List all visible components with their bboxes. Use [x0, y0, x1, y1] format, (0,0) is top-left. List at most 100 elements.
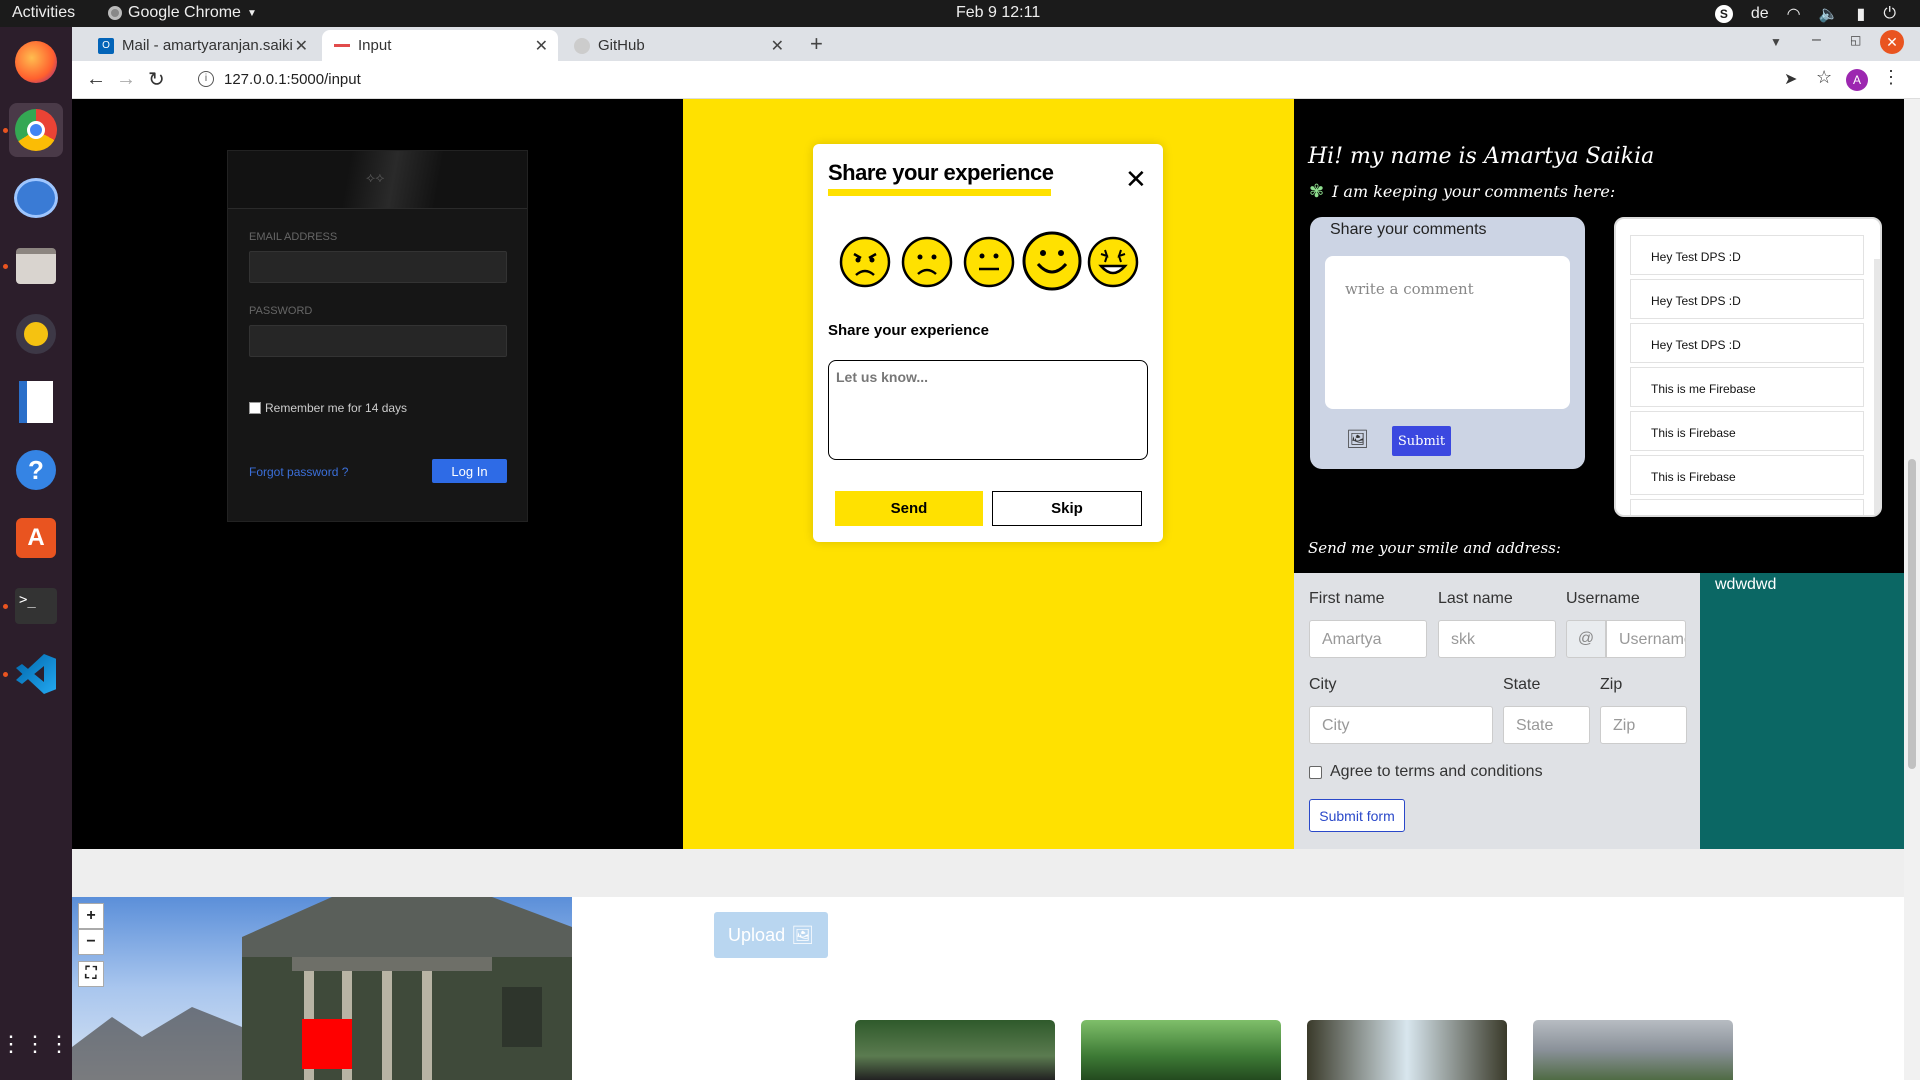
profile-heading: Hi! my name is Amartya Saikia [1308, 144, 1655, 169]
upload-label: Upload [728, 924, 786, 945]
close-icon[interactable]: ✕ [771, 36, 784, 56]
email-label: EMAIL ADDRESS [249, 231, 338, 243]
dock: ? A >_ ⋮⋮⋮ [0, 27, 72, 1080]
feedback-textarea[interactable]: Let us know... [828, 360, 1148, 460]
tab-mail[interactable]: O Mail - amartyaranjan.saiki ✕ [86, 30, 318, 61]
upload-button[interactable]: Upload 🖼 [714, 912, 828, 958]
gallery-thumbnail[interactable] [855, 1020, 1055, 1080]
tab-search-icon[interactable]: ▼ [1770, 35, 1782, 49]
close-icon[interactable]: ✕ [1125, 166, 1147, 192]
image-icon[interactable]: 🖼 [1346, 429, 1369, 450]
last-name-field[interactable]: skk [1438, 620, 1556, 658]
angry-emoji-icon[interactable] [839, 236, 891, 288]
remember-me[interactable]: Remember me for 14 days [249, 401, 407, 415]
list-scrollbar[interactable] [1874, 259, 1880, 514]
comment-textarea[interactable]: write a comment [1325, 256, 1570, 409]
skype-icon[interactable]: S [1714, 5, 1733, 23]
reload-icon[interactable]: ↻ [148, 67, 165, 92]
rhythmbox-icon[interactable] [9, 307, 63, 361]
system-tray[interactable]: S de ◠ 🔈 ▮ ⏻ [1714, 4, 1896, 24]
login-button[interactable]: Log In [432, 459, 507, 483]
writer-icon[interactable] [9, 375, 63, 429]
active-indicator [3, 264, 8, 269]
tab-input[interactable]: Input ✕ [322, 30, 558, 61]
tab-label: Input [358, 37, 392, 54]
agree-label: Agree to terms and conditions [1330, 763, 1543, 780]
page-scrollbar[interactable] [1904, 99, 1920, 1080]
close-icon[interactable]: ✕ [535, 36, 548, 56]
minimize-button[interactable]: – [1812, 31, 1821, 49]
feedback-modal: Share your experience ✕ Share your exper… [813, 144, 1163, 542]
terminal-icon[interactable]: >_ [9, 579, 63, 633]
send-button[interactable]: Send [835, 491, 983, 526]
software-icon[interactable]: A [9, 511, 63, 565]
activities-button[interactable]: Activities [12, 4, 75, 22]
vscode-icon[interactable] [9, 647, 63, 701]
zip-field[interactable]: Zip [1600, 706, 1687, 744]
app-menu[interactable]: Google Chrome ▼ [108, 4, 257, 22]
gallery-thumbnail[interactable] [1533, 1020, 1733, 1080]
sad-emoji-icon[interactable] [901, 236, 953, 288]
favicon-icon [334, 44, 350, 47]
back-icon[interactable]: ← [86, 68, 106, 91]
avatar[interactable]: A [1846, 69, 1868, 91]
address-bar[interactable]: i 127.0.0.1:5000/input [182, 66, 1742, 94]
star-struck-emoji-icon[interactable] [1087, 236, 1139, 288]
address-form: First name Amartya Last name skk Usernam… [1294, 573, 1700, 849]
firefox-icon[interactable] [9, 35, 63, 89]
send-icon[interactable]: ➤ [1784, 69, 1797, 89]
fullscreen-button[interactable]: ⛶ [78, 961, 104, 987]
thunderbird-icon[interactable] [9, 171, 63, 225]
language-indicator[interactable]: de [1751, 5, 1769, 23]
agree-checkbox[interactable] [1309, 765, 1322, 779]
username-field[interactable]: Username [1606, 620, 1686, 658]
chevron-down-icon: ▼ [246, 7, 257, 19]
forgot-password-link[interactable]: Forgot password ? [249, 465, 348, 479]
app-grid-icon[interactable]: ⋮⋮⋮ [0, 1017, 70, 1071]
forward-icon[interactable]: → [116, 68, 136, 91]
chrome-icon[interactable] [9, 103, 63, 157]
panorama-viewer[interactable]: + − ⛶ [72, 897, 572, 1080]
app-name: Google Chrome [128, 4, 241, 21]
agree-checkbox-row[interactable]: Agree to terms and conditions [1309, 763, 1543, 781]
maximize-button[interactable]: ◱ [1850, 33, 1861, 47]
active-indicator [3, 672, 8, 677]
close-window-button[interactable]: ✕ [1880, 30, 1904, 54]
section-divider [72, 849, 1904, 897]
github-icon [574, 37, 590, 54]
submit-form-button[interactable]: Submit form [1309, 799, 1405, 832]
comment-submit-button[interactable]: Submit [1392, 426, 1451, 456]
files-icon[interactable] [9, 239, 63, 293]
new-tab-button[interactable]: + [810, 31, 823, 57]
list-item: Hey Test DPS :D [1630, 235, 1864, 275]
help-icon[interactable]: ? [9, 443, 63, 497]
skip-button[interactable]: Skip [992, 491, 1142, 526]
scrollbar-thumb[interactable] [1908, 459, 1916, 769]
password-field[interactable] [249, 325, 507, 357]
sparkle-icon: ✾ [1309, 181, 1325, 201]
remember-checkbox[interactable] [249, 402, 261, 414]
menu-icon[interactable]: ⋮ [1882, 67, 1900, 88]
login-header: ⟡⟡ [228, 151, 527, 209]
gallery-thumbnail[interactable] [1307, 1020, 1507, 1080]
active-indicator [3, 128, 8, 133]
tab-github[interactable]: GitHub ✕ [562, 30, 794, 61]
first-name-field[interactable]: Amartya [1309, 620, 1427, 658]
gallery-thumbnail[interactable] [1081, 1020, 1281, 1080]
browser-toolbar: ← → ↻ i 127.0.0.1:5000/input ➤ ☆ A ⋮ [72, 61, 1920, 99]
comment-box: Share your comments write a comment 🖼 Su… [1310, 217, 1585, 469]
comment-box-title: Share your comments [1330, 221, 1487, 238]
happy-emoji-icon[interactable] [1021, 230, 1083, 292]
state-field[interactable]: State [1503, 706, 1590, 744]
neutral-emoji-icon[interactable] [963, 236, 1015, 288]
city-field[interactable]: City [1309, 706, 1493, 744]
close-icon[interactable]: ✕ [295, 36, 308, 56]
image-icon: 🖼 [791, 924, 814, 945]
list-item: This is me Firebase [1630, 367, 1864, 407]
clock[interactable]: Feb 9 12:11 [956, 4, 1040, 22]
zoom-out-button[interactable]: − [78, 929, 104, 955]
bookmark-star-icon[interactable]: ☆ [1816, 67, 1832, 88]
zoom-in-button[interactable]: + [78, 903, 104, 929]
list-item: This is Firebase [1630, 455, 1864, 495]
email-field[interactable] [249, 251, 507, 283]
